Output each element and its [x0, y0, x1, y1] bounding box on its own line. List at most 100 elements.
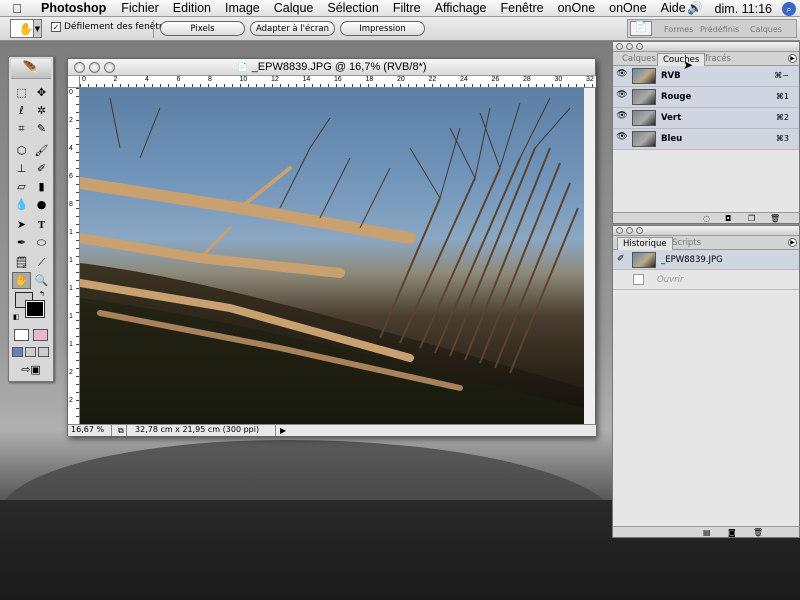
volume-icon[interactable]: 🔊: [681, 1, 709, 16]
blur-tool-icon[interactable]: 💧: [12, 196, 31, 213]
crop-tool-icon[interactable]: ⌗: [12, 120, 31, 137]
screen-mode-standard-icon[interactable]: [12, 347, 23, 357]
move-tool-icon[interactable]: ✥: [32, 84, 51, 101]
menu-image[interactable]: Image: [218, 1, 267, 15]
panel-menu-icon[interactable]: ▶: [788, 238, 797, 247]
history-snapshot[interactable]: ✐ _EPW8839.JPG: [613, 250, 799, 270]
menu-app-photoshop[interactable]: Photoshop: [34, 1, 114, 15]
eye-icon[interactable]: 👁: [615, 90, 629, 104]
horizontal-ruler[interactable]: 0 2 4 6 8 10 12 14 16 18 20 22 24 26 28 30 32: [80, 76, 596, 88]
document-title-bar[interactable]: 📄 _EPW8839.JPG @ 16,7% (RVB/8*): [68, 59, 595, 76]
eye-icon[interactable]: 👁: [615, 132, 629, 146]
status-menu-icon[interactable]: ⧉: [118, 426, 124, 436]
tab-traces[interactable]: Tracés: [699, 53, 736, 66]
tab-historique[interactable]: Historique: [617, 237, 673, 250]
close-panel-button[interactable]: [616, 43, 623, 50]
marquee-tool-icon[interactable]: ⬚: [12, 84, 31, 101]
shape-tool-icon[interactable]: ⬭: [32, 234, 51, 251]
gradient-tool-icon[interactable]: ▮: [32, 178, 51, 195]
chevron-down-icon[interactable]: ▼: [33, 19, 42, 38]
menu-onone-2[interactable]: onOne: [602, 1, 654, 15]
tab-calques[interactable]: Calques: [617, 53, 661, 66]
menu-affichage[interactable]: Affichage: [428, 1, 494, 15]
image-canvas[interactable]: [80, 88, 584, 424]
clock[interactable]: dim. 11:16: [709, 2, 778, 16]
hand-tool-icon[interactable]: ✋: [12, 272, 31, 289]
zoom-tool-icon[interactable]: 🔍: [32, 272, 51, 289]
history-brush-source-icon[interactable]: ✐: [617, 254, 625, 264]
lasso-tool-icon[interactable]: ℓ: [12, 102, 31, 119]
eye-icon[interactable]: 👁: [615, 69, 629, 83]
menu-selection[interactable]: Sélection: [320, 1, 385, 15]
menu-calque[interactable]: Calque: [267, 1, 321, 15]
new-snapshot-icon[interactable]: ◙: [728, 528, 736, 537]
screen-mode-full-menu-icon[interactable]: [25, 347, 36, 357]
dodge-tool-icon[interactable]: ●: [32, 196, 51, 213]
history-step[interactable]: Ouvrir: [613, 270, 799, 290]
channel-row-bleu[interactable]: 👁 Bleu ⌘3: [613, 129, 799, 150]
quick-mask-mode-icon[interactable]: [33, 329, 48, 341]
magic-wand-tool-icon[interactable]: ✲: [32, 102, 51, 119]
close-window-button[interactable]: [74, 62, 85, 73]
fit-on-screen-button[interactable]: Adapter à l'écran: [250, 21, 335, 36]
well-tab-calques[interactable]: Calques: [750, 25, 782, 34]
menu-edition[interactable]: Edition: [166, 1, 218, 15]
swap-colors-icon[interactable]: ↰: [39, 290, 45, 298]
channel-row-vert[interactable]: 👁 Vert ⌘2: [613, 108, 799, 129]
channel-row-rvb[interactable]: 👁 RVB ⌘~: [613, 66, 799, 87]
zoom-panel-button[interactable]: [636, 43, 643, 50]
file-browser-icon[interactable]: 📄: [630, 21, 652, 36]
zoom-level-field[interactable]: 16,67 %: [68, 425, 112, 436]
zoom-panel-button[interactable]: [636, 227, 643, 234]
tab-scripts[interactable]: Scripts: [667, 237, 706, 250]
minimize-panel-button[interactable]: [626, 227, 633, 234]
path-selection-tool-icon[interactable]: ➤: [12, 216, 31, 233]
new-channel-icon[interactable]: ❐: [748, 214, 755, 223]
menu-onone-1[interactable]: onOne: [551, 1, 603, 15]
slice-tool-icon[interactable]: ✎: [32, 120, 51, 137]
vertical-ruler[interactable]: 0 2 4 6 8 1 1 1 1 1 2 2: [68, 88, 80, 424]
well-tab-predefinis[interactable]: Prédéfinis: [700, 25, 739, 34]
adobe-online-feather-icon[interactable]: 🪶: [11, 59, 51, 79]
history-brush-tool-icon[interactable]: ✐: [32, 160, 51, 177]
scroll-all-windows-checkbox[interactable]: ✓ Défilement des fenêtres: [51, 22, 173, 32]
trash-icon[interactable]: 🗑: [753, 528, 763, 537]
default-colors-icon[interactable]: ◧: [13, 313, 20, 321]
minimize-panel-button[interactable]: [626, 43, 633, 50]
spotlight-search-icon[interactable]: ⌕: [782, 1, 796, 16]
eyedropper-tool-icon[interactable]: ⟋: [32, 254, 51, 271]
menu-filtre[interactable]: Filtre: [386, 1, 428, 15]
type-tool-icon[interactable]: T: [32, 216, 51, 233]
notes-tool-icon[interactable]: 🗒: [12, 254, 31, 271]
clone-stamp-tool-icon[interactable]: ⊥: [12, 160, 31, 177]
tab-couches[interactable]: Couches: [657, 53, 706, 66]
standard-mode-icon[interactable]: [14, 329, 29, 341]
eye-icon[interactable]: 👁: [615, 111, 629, 125]
apple-menu-icon[interactable]: : [0, 1, 34, 16]
screen-mode-full-icon[interactable]: [38, 347, 49, 357]
ruler-origin[interactable]: [68, 76, 80, 88]
tool-preset-picker[interactable]: ✋ ▼: [10, 19, 42, 38]
menu-fichier[interactable]: Fichier: [114, 1, 166, 15]
close-panel-button[interactable]: [616, 227, 623, 234]
background-color-swatch[interactable]: [25, 300, 45, 318]
trash-icon[interactable]: 🗑: [770, 214, 780, 223]
brush-tool-icon[interactable]: 🖌: [32, 142, 51, 159]
eraser-tool-icon[interactable]: ▱: [12, 178, 31, 195]
save-selection-icon[interactable]: ◘: [725, 214, 731, 223]
status-menu-arrow-icon[interactable]: ▶: [280, 426, 286, 435]
zoom-window-button[interactable]: [104, 62, 115, 73]
well-tab-formes[interactable]: Formes: [664, 25, 693, 34]
jump-to-imageready-icon[interactable]: ⇨▣: [12, 361, 50, 378]
minimize-window-button[interactable]: [89, 62, 100, 73]
channel-row-rouge[interactable]: 👁 Rouge ⌘1: [613, 87, 799, 108]
print-size-button[interactable]: Impression: [340, 21, 425, 36]
load-selection-icon[interactable]: ◌: [703, 214, 710, 223]
pen-tool-icon[interactable]: ✒: [12, 234, 31, 251]
menu-fenetre[interactable]: Fenêtre: [494, 1, 551, 15]
panel-title-bar[interactable]: [613, 226, 799, 236]
panel-menu-icon[interactable]: ▶: [788, 54, 797, 63]
new-document-from-state-icon[interactable]: ▤: [703, 528, 711, 537]
panel-title-bar[interactable]: [613, 42, 799, 52]
actual-pixels-button[interactable]: Pixels: [160, 21, 245, 36]
